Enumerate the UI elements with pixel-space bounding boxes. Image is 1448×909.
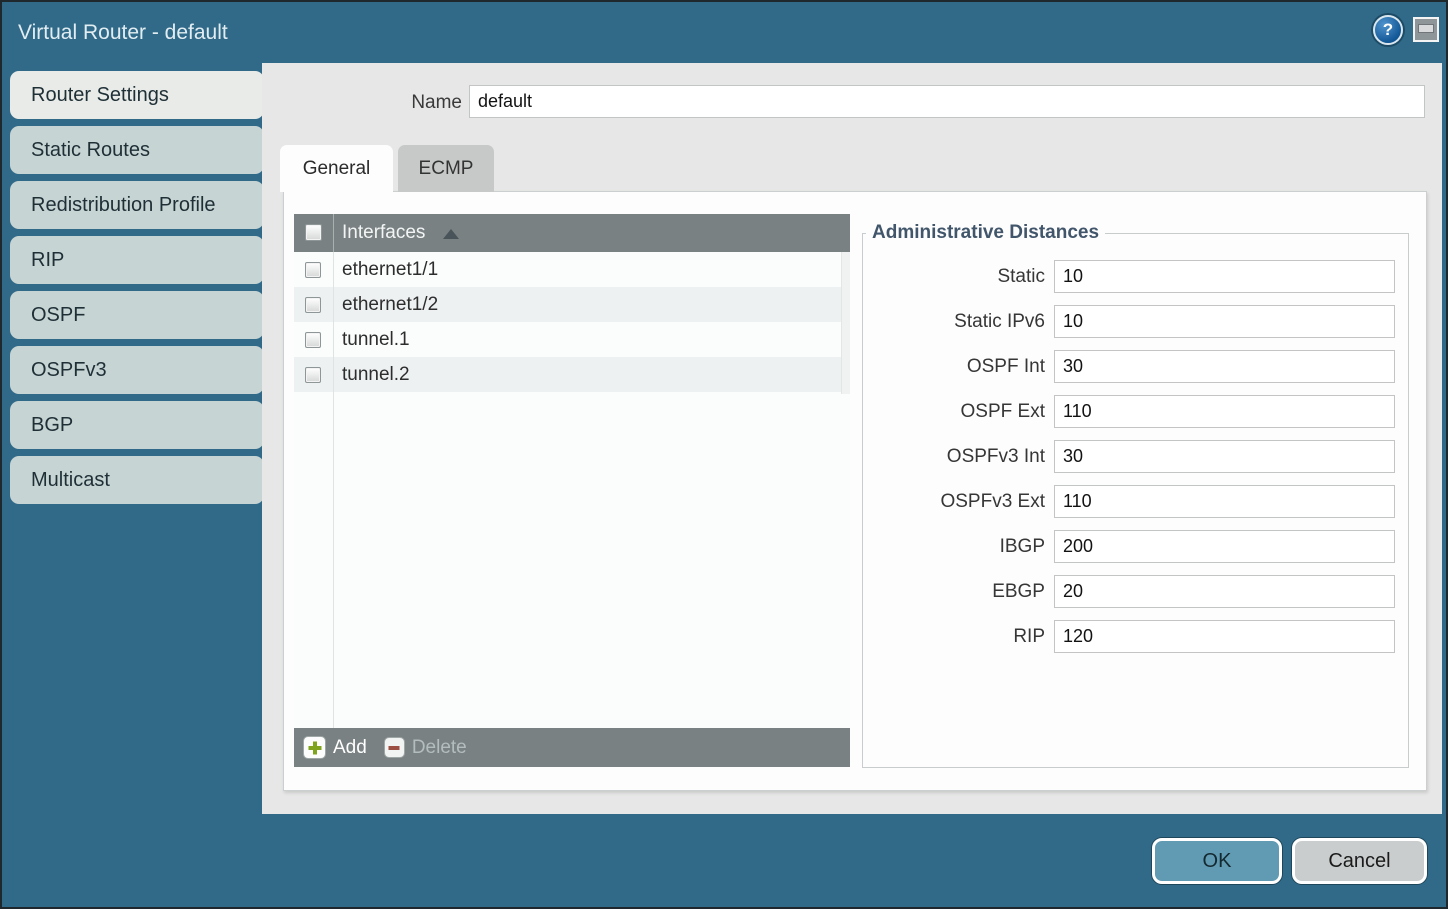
ospf-ext-input[interactable] <box>1054 395 1395 428</box>
ospf-int-input[interactable] <box>1054 350 1395 383</box>
admin-distances-rows: Static Static IPv6 OSPF Int OSPF Ext OSP… <box>863 260 1408 653</box>
admin-distance-label: OSPF Int <box>863 356 1045 378</box>
ebgp-input[interactable] <box>1054 575 1395 608</box>
minimize-icon[interactable] <box>1413 17 1439 42</box>
cancel-button[interactable]: Cancel <box>1292 838 1427 884</box>
rip-input[interactable] <box>1054 620 1395 653</box>
interfaces-column-header: Interfaces <box>342 222 425 244</box>
ibgp-input[interactable] <box>1054 530 1395 563</box>
add-button[interactable]: Add <box>303 736 384 759</box>
column-separator <box>333 252 334 728</box>
row-checkbox[interactable] <box>305 332 321 348</box>
admin-distance-label: Static <box>863 266 1045 288</box>
admin-distance-label: RIP <box>863 626 1045 648</box>
sidebar-item-redistribution-profile[interactable]: Redistribution Profile <box>10 181 264 229</box>
tab-general[interactable]: General <box>280 145 393 192</box>
interface-name: tunnel.1 <box>342 329 410 351</box>
admin-distance-row: Static <box>863 260 1408 293</box>
add-button-label: Add <box>333 737 367 759</box>
column-separator <box>333 214 334 252</box>
tab-ecmp[interactable]: ECMP <box>398 145 494 192</box>
sidebar-item-label: Redistribution Profile <box>31 194 216 217</box>
sidebar-item-ospfv3[interactable]: OSPFv3 <box>10 346 264 394</box>
admin-distance-label: OSPFv3 Ext <box>863 491 1045 513</box>
sidebar-item-multicast[interactable]: Multicast <box>10 456 264 504</box>
sidebar-item-label: BGP <box>31 414 73 437</box>
delete-minus-icon <box>384 737 405 758</box>
name-input[interactable] <box>469 85 1425 118</box>
admin-distance-row: OSPFv3 Ext <box>863 485 1408 518</box>
admin-distances-fieldset: Administrative Distances Static Static I… <box>862 222 1409 768</box>
admin-distance-label: IBGP <box>863 536 1045 558</box>
add-plus-icon <box>303 736 326 759</box>
delete-button[interactable]: Delete <box>384 737 467 759</box>
interfaces-table: Interfaces ethernet1/1 ethernet1/2 tunne… <box>294 214 850 767</box>
row-checkbox[interactable] <box>305 367 321 383</box>
ok-button[interactable]: OK <box>1152 838 1282 884</box>
content-area: Name General ECMP Interfaces ethernet1/1 <box>262 63 1442 814</box>
interface-name: ethernet1/2 <box>342 294 438 316</box>
table-scrollbar[interactable] <box>841 252 850 394</box>
admin-distance-label: Static IPv6 <box>863 311 1045 333</box>
sidebar: Router Settings Static Routes Redistribu… <box>10 71 264 511</box>
sidebar-item-label: OSPFv3 <box>31 359 107 382</box>
static-ipv6-input[interactable] <box>1054 305 1395 338</box>
interfaces-body: ethernet1/1 ethernet1/2 tunnel.1 tunnel.… <box>294 252 850 728</box>
admin-distance-row: IBGP <box>863 530 1408 563</box>
minimize-icon-inner <box>1418 24 1434 33</box>
interface-name: ethernet1/1 <box>342 259 438 281</box>
sidebar-item-label: RIP <box>31 249 64 272</box>
admin-distance-row: EBGP <box>863 575 1408 608</box>
admin-distance-label: OSPF Ext <box>863 401 1045 423</box>
admin-distance-row: RIP <box>863 620 1408 653</box>
sidebar-item-label: OSPF <box>31 304 85 327</box>
sidebar-item-ospf[interactable]: OSPF <box>10 291 264 339</box>
general-tab-panel: Interfaces ethernet1/1 ethernet1/2 tunne… <box>283 191 1427 791</box>
interfaces-header[interactable]: Interfaces <box>294 214 850 252</box>
interface-name: tunnel.2 <box>342 364 410 386</box>
interface-row-ethernet1-1[interactable]: ethernet1/1 <box>294 252 850 287</box>
admin-distance-label: EBGP <box>863 581 1045 603</box>
interface-row-tunnel-1[interactable]: tunnel.1 <box>294 322 850 357</box>
delete-button-label: Delete <box>412 737 467 759</box>
row-checkbox[interactable] <box>305 262 321 278</box>
row-checkbox[interactable] <box>305 297 321 313</box>
admin-distances-legend: Administrative Distances <box>866 222 1105 244</box>
admin-distance-label: OSPFv3 Int <box>863 446 1045 468</box>
interfaces-toolbar: Add Delete <box>294 728 850 767</box>
sort-ascending-icon <box>443 229 459 239</box>
sidebar-item-static-routes[interactable]: Static Routes <box>10 126 264 174</box>
dialog-title: Virtual Router - default <box>18 21 228 45</box>
ospfv3-int-input[interactable] <box>1054 440 1395 473</box>
sidebar-item-label: Router Settings <box>31 84 169 107</box>
admin-distance-row: OSPF Int <box>863 350 1408 383</box>
interfaces-rows: ethernet1/1 ethernet1/2 tunnel.1 tunnel.… <box>294 252 850 392</box>
admin-distance-row: Static IPv6 <box>863 305 1408 338</box>
interface-row-ethernet1-2[interactable]: ethernet1/2 <box>294 287 850 322</box>
sidebar-item-label: Static Routes <box>31 139 150 162</box>
admin-distance-row: OSPF Ext <box>863 395 1408 428</box>
ospfv3-ext-input[interactable] <box>1054 485 1395 518</box>
name-label: Name <box>386 92 462 114</box>
dialog-titlebar: Virtual Router - default ? <box>2 2 1446 63</box>
virtual-router-dialog: Virtual Router - default ? Router Settin… <box>0 0 1448 909</box>
sidebar-item-rip[interactable]: RIP <box>10 236 264 284</box>
interface-row-tunnel-2[interactable]: tunnel.2 <box>294 357 850 392</box>
sidebar-item-bgp[interactable]: BGP <box>10 401 264 449</box>
help-icon[interactable]: ? <box>1373 15 1403 45</box>
sidebar-item-router-settings[interactable]: Router Settings <box>10 71 264 119</box>
admin-distance-row: OSPFv3 Int <box>863 440 1408 473</box>
sidebar-item-label: Multicast <box>31 469 110 492</box>
select-all-checkbox[interactable] <box>305 224 322 241</box>
static-input[interactable] <box>1054 260 1395 293</box>
